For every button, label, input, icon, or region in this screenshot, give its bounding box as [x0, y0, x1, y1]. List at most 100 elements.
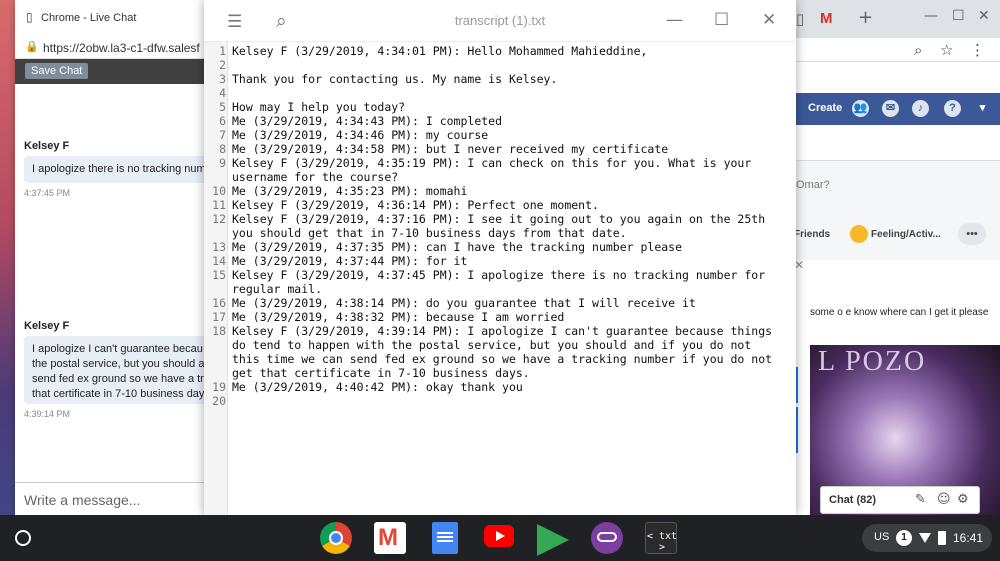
text-line: Me (3/29/2019, 4:37:35 PM): can I have t…: [232, 240, 683, 254]
tag-friends-button[interactable]: Friends: [794, 229, 830, 240]
text-line: Me (3/29/2019, 4:40:42 PM): okay thank y…: [232, 380, 523, 394]
status-tray[interactable]: US 1 16:41: [862, 524, 992, 552]
play-store-app-icon[interactable]: [537, 524, 569, 556]
messenger-icon[interactable]: ✉: [882, 100, 899, 117]
text-editor-window[interactable]: transcript (1).txt ☰ ⌕ — ☐ ✕ 123456789 1…: [204, 0, 796, 515]
chat-toolbar: Save Chat: [15, 59, 215, 84]
live-chat-window[interactable]: ▯ Chrome - Live Chat 🔒 https://2obw.la3-…: [15, 0, 215, 515]
line-number: 10: [212, 184, 226, 198]
clock: 16:41: [953, 531, 984, 545]
line-number: 1: [219, 44, 226, 58]
line-number: [204, 352, 226, 366]
line-number: 18: [212, 324, 226, 338]
file-title: transcript (1).txt: [454, 13, 546, 28]
battery-icon: [938, 531, 946, 545]
maximize-icon[interactable]: ☐: [714, 10, 729, 30]
line-number: [204, 366, 226, 380]
text-line: [232, 394, 792, 408]
text-line: Me (3/29/2019, 4:37:44 PM): for it: [232, 254, 468, 268]
message-timestamp: 4:39:14 PM: [24, 409, 71, 419]
line-number: 19: [212, 380, 226, 394]
text-line: Me (3/29/2019, 4:34:58 PM): but I never …: [232, 142, 669, 156]
line-number: 11: [212, 198, 226, 212]
url-text[interactable]: https://2obw.la3-c1-dfw.salesf: [43, 41, 200, 55]
minimize-icon[interactable]: —: [924, 8, 938, 24]
text-line: regular mail.: [232, 282, 323, 296]
minimize-icon[interactable]: —: [666, 10, 683, 30]
new-tab-icon[interactable]: +: [858, 7, 873, 28]
line-number: [204, 226, 226, 240]
text-line: Thank you for contacting us. My name is …: [232, 72, 558, 86]
line-number: 20: [212, 394, 226, 408]
gmail-app-icon[interactable]: M: [374, 522, 406, 554]
text-app-icon[interactable]: < txt >: [645, 522, 677, 554]
menu-icon[interactable]: ⋮: [970, 41, 985, 59]
line-number: 16: [212, 296, 226, 310]
page-icon: ▯: [26, 10, 33, 24]
maximize-icon[interactable]: ☐: [952, 8, 965, 24]
chat-sidebar-bar[interactable]: Chat (82) ✎ ☺ ⚙: [820, 486, 980, 514]
bookmark-star-icon[interactable]: ☆: [940, 41, 953, 59]
podcast-app-icon[interactable]: [591, 522, 623, 554]
input-language: US: [874, 531, 890, 543]
search-icon[interactable]: ⌕: [276, 10, 287, 32]
help-icon[interactable]: ?: [944, 100, 961, 117]
text-line: do tend to happen with the postal servic…: [232, 338, 752, 352]
create-button[interactable]: Create: [808, 102, 842, 114]
message-timestamp: 4:37:45 PM: [24, 188, 71, 198]
agent-name: Kelsey F: [24, 140, 70, 152]
chat-message-bubble: I apologize I can't guarantee becau the …: [24, 336, 215, 404]
feeling-emoji-icon: [850, 225, 868, 243]
line-number: [204, 170, 226, 184]
post-composer: Omar? Friends Feeling/Activ... •••: [780, 160, 1000, 260]
text-line: Kelsey F (3/29/2019, 4:37:45 PM): I apol…: [232, 268, 766, 282]
live-chat-titlebar[interactable]: ▯ Chrome - Live Chat: [15, 0, 215, 36]
text-line: Me (3/29/2019, 4:38:14 PM): do you guara…: [232, 296, 696, 310]
text-line: this time we can send fed ex ground so w…: [232, 352, 773, 366]
settings-gear-icon[interactable]: ⚙: [957, 492, 969, 507]
compose-icon[interactable]: ✎: [915, 492, 926, 507]
post-prompt[interactable]: Omar?: [796, 179, 830, 191]
line-number: 13: [212, 240, 226, 254]
launcher-button[interactable]: [15, 530, 31, 546]
line-number: [204, 338, 226, 352]
contacts-icon[interactable]: ☺: [937, 492, 951, 507]
youtube-app-icon[interactable]: [484, 525, 514, 547]
zoom-icon[interactable]: ⌕: [914, 41, 922, 59]
wifi-icon: [919, 533, 931, 543]
line-number: 6: [219, 114, 226, 128]
close-icon[interactable]: ✕: [978, 8, 990, 24]
line-number: 4: [219, 86, 226, 100]
url-bar[interactable]: 🔒 https://2obw.la3-c1-dfw.salesf: [15, 36, 215, 59]
docs-app-icon[interactable]: [432, 522, 458, 554]
text-line: you should get that in 7-10 business day…: [232, 226, 627, 240]
background-browser-window[interactable]: ▯ M + — ☐ ✕ ⌕ ☆ ⋮ Create 👥 ✉ ♪ ? ▾ Omar?…: [780, 0, 1000, 515]
line-number: 12: [212, 212, 226, 226]
close-icon[interactable]: ✕: [762, 10, 776, 30]
feeling-activity-button[interactable]: Feeling/Activ...: [871, 229, 941, 240]
message-input-placeholder: Write a message...: [24, 492, 141, 508]
more-options-button[interactable]: •••: [958, 223, 986, 245]
facebook-top-bar: Create 👥 ✉ ♪ ? ▾: [780, 93, 1000, 125]
background-tab-bar: ▯ M + — ☐ ✕: [780, 0, 1000, 38]
text-line: Kelsey F (3/29/2019, 4:36:14 PM): Perfec…: [232, 198, 599, 212]
lock-icon: 🔒: [25, 40, 39, 53]
line-number: 2: [219, 58, 226, 72]
save-chat-button[interactable]: Save Chat: [25, 63, 89, 79]
text-line: username for the course?: [232, 170, 399, 184]
notifications-icon[interactable]: ♪: [912, 100, 929, 117]
chat-message-bubble: I apologize there is no tracking num: [24, 156, 215, 183]
hamburger-menu-icon[interactable]: ☰: [227, 12, 242, 32]
chrome-app-icon[interactable]: [320, 522, 352, 554]
text-line: [232, 86, 792, 100]
friends-icon[interactable]: 👥: [852, 100, 869, 117]
text-line: Kelsey F (3/29/2019, 4:35:19 PM): I can …: [232, 156, 752, 170]
text-line: Kelsey F (3/29/2019, 4:39:14 PM): I apol…: [232, 324, 773, 338]
editor-titlebar[interactable]: transcript (1).txt ☰ ⌕ — ☐ ✕: [204, 0, 796, 42]
page-icon: ▯: [796, 10, 805, 28]
message-input[interactable]: Write a message...: [15, 482, 215, 515]
account-dropdown-icon[interactable]: ▾: [974, 100, 991, 117]
line-numbers: 123456789 10 11 12 13 14 15 16 17 18 19 20: [204, 44, 226, 408]
editor-text-area[interactable]: Kelsey F (3/29/2019, 4:34:01 PM): Hello …: [232, 44, 792, 408]
gmail-tab-icon[interactable]: M: [820, 10, 833, 27]
